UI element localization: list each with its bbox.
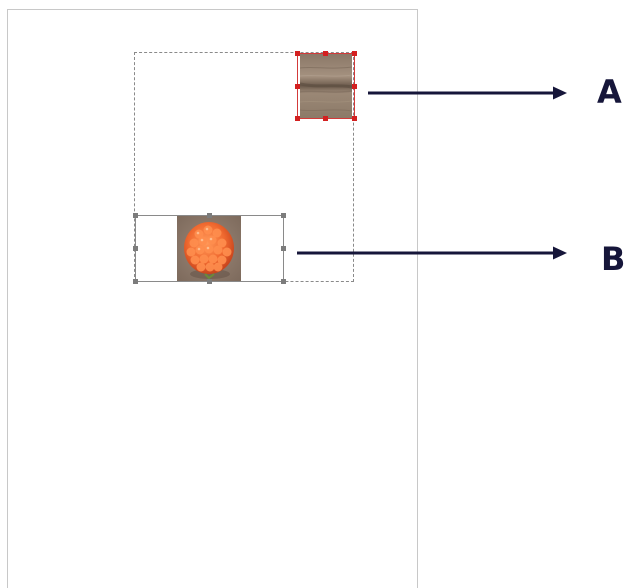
image-b[interactable] (133, 213, 286, 284)
callout-label-b: B (601, 240, 626, 278)
resize-handle-bottom[interactable] (323, 116, 328, 121)
callout-label-a: A (597, 73, 622, 111)
resize-handle-top-left[interactable] (133, 213, 138, 218)
resize-handle-left[interactable] (133, 246, 138, 251)
resize-handle-bottom-left[interactable] (133, 279, 138, 284)
image-a[interactable] (295, 51, 357, 121)
resize-handle-left[interactable] (295, 84, 300, 89)
resize-handle-top-right[interactable] (281, 213, 286, 218)
resize-handle-right[interactable] (352, 84, 357, 89)
raspberry-image (177, 216, 241, 281)
resize-handle-top[interactable] (207, 213, 212, 218)
document-canvas: A B (0, 0, 630, 588)
resize-handle-top-left[interactable] (295, 51, 300, 56)
resize-handle-right[interactable] (281, 246, 286, 251)
image-a-selection-border (297, 53, 355, 119)
resize-handle-top[interactable] (323, 51, 328, 56)
raspberry-photo[interactable] (177, 216, 241, 281)
resize-handle-bottom[interactable] (207, 279, 212, 284)
resize-handle-bottom-right[interactable] (352, 116, 357, 121)
resize-handle-bottom-right[interactable] (281, 279, 286, 284)
resize-handle-bottom-left[interactable] (295, 116, 300, 121)
resize-handle-top-right[interactable] (352, 51, 357, 56)
